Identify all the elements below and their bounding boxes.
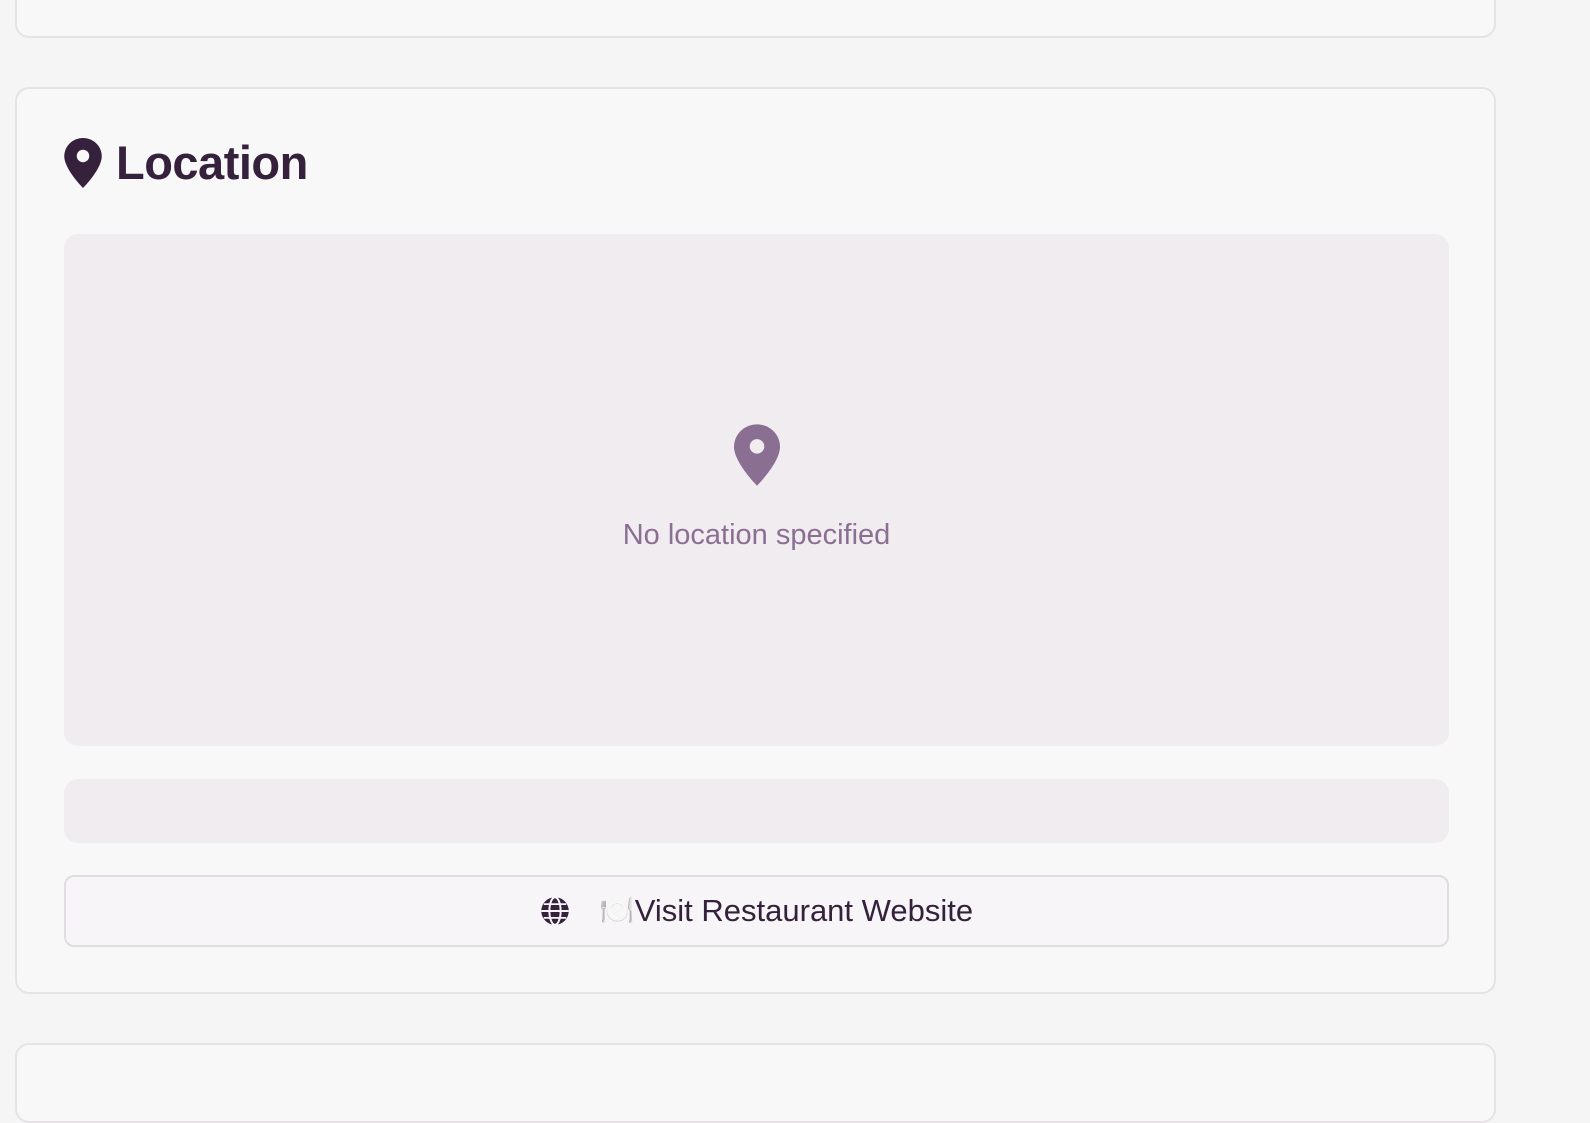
plate-utensils-icon: 🍽️ (599, 895, 635, 926)
location-heading: Location (64, 135, 308, 191)
location-card: Location No location specified 🍽️ Visit … (15, 87, 1496, 994)
map-pin-icon (734, 424, 780, 486)
visit-website-button[interactable]: 🍽️ Visit Restaurant Website (64, 875, 1449, 947)
next-section-card (15, 1043, 1496, 1123)
previous-section-card (15, 0, 1496, 38)
address-bar (64, 779, 1449, 843)
map-pin-icon (64, 138, 102, 188)
map-placeholder: No location specified (64, 234, 1449, 746)
section-title: Location (116, 136, 308, 189)
no-location-text: No location specified (622, 519, 891, 551)
visit-website-label: Visit Restaurant Website (634, 893, 974, 928)
globe-icon (540, 896, 570, 926)
